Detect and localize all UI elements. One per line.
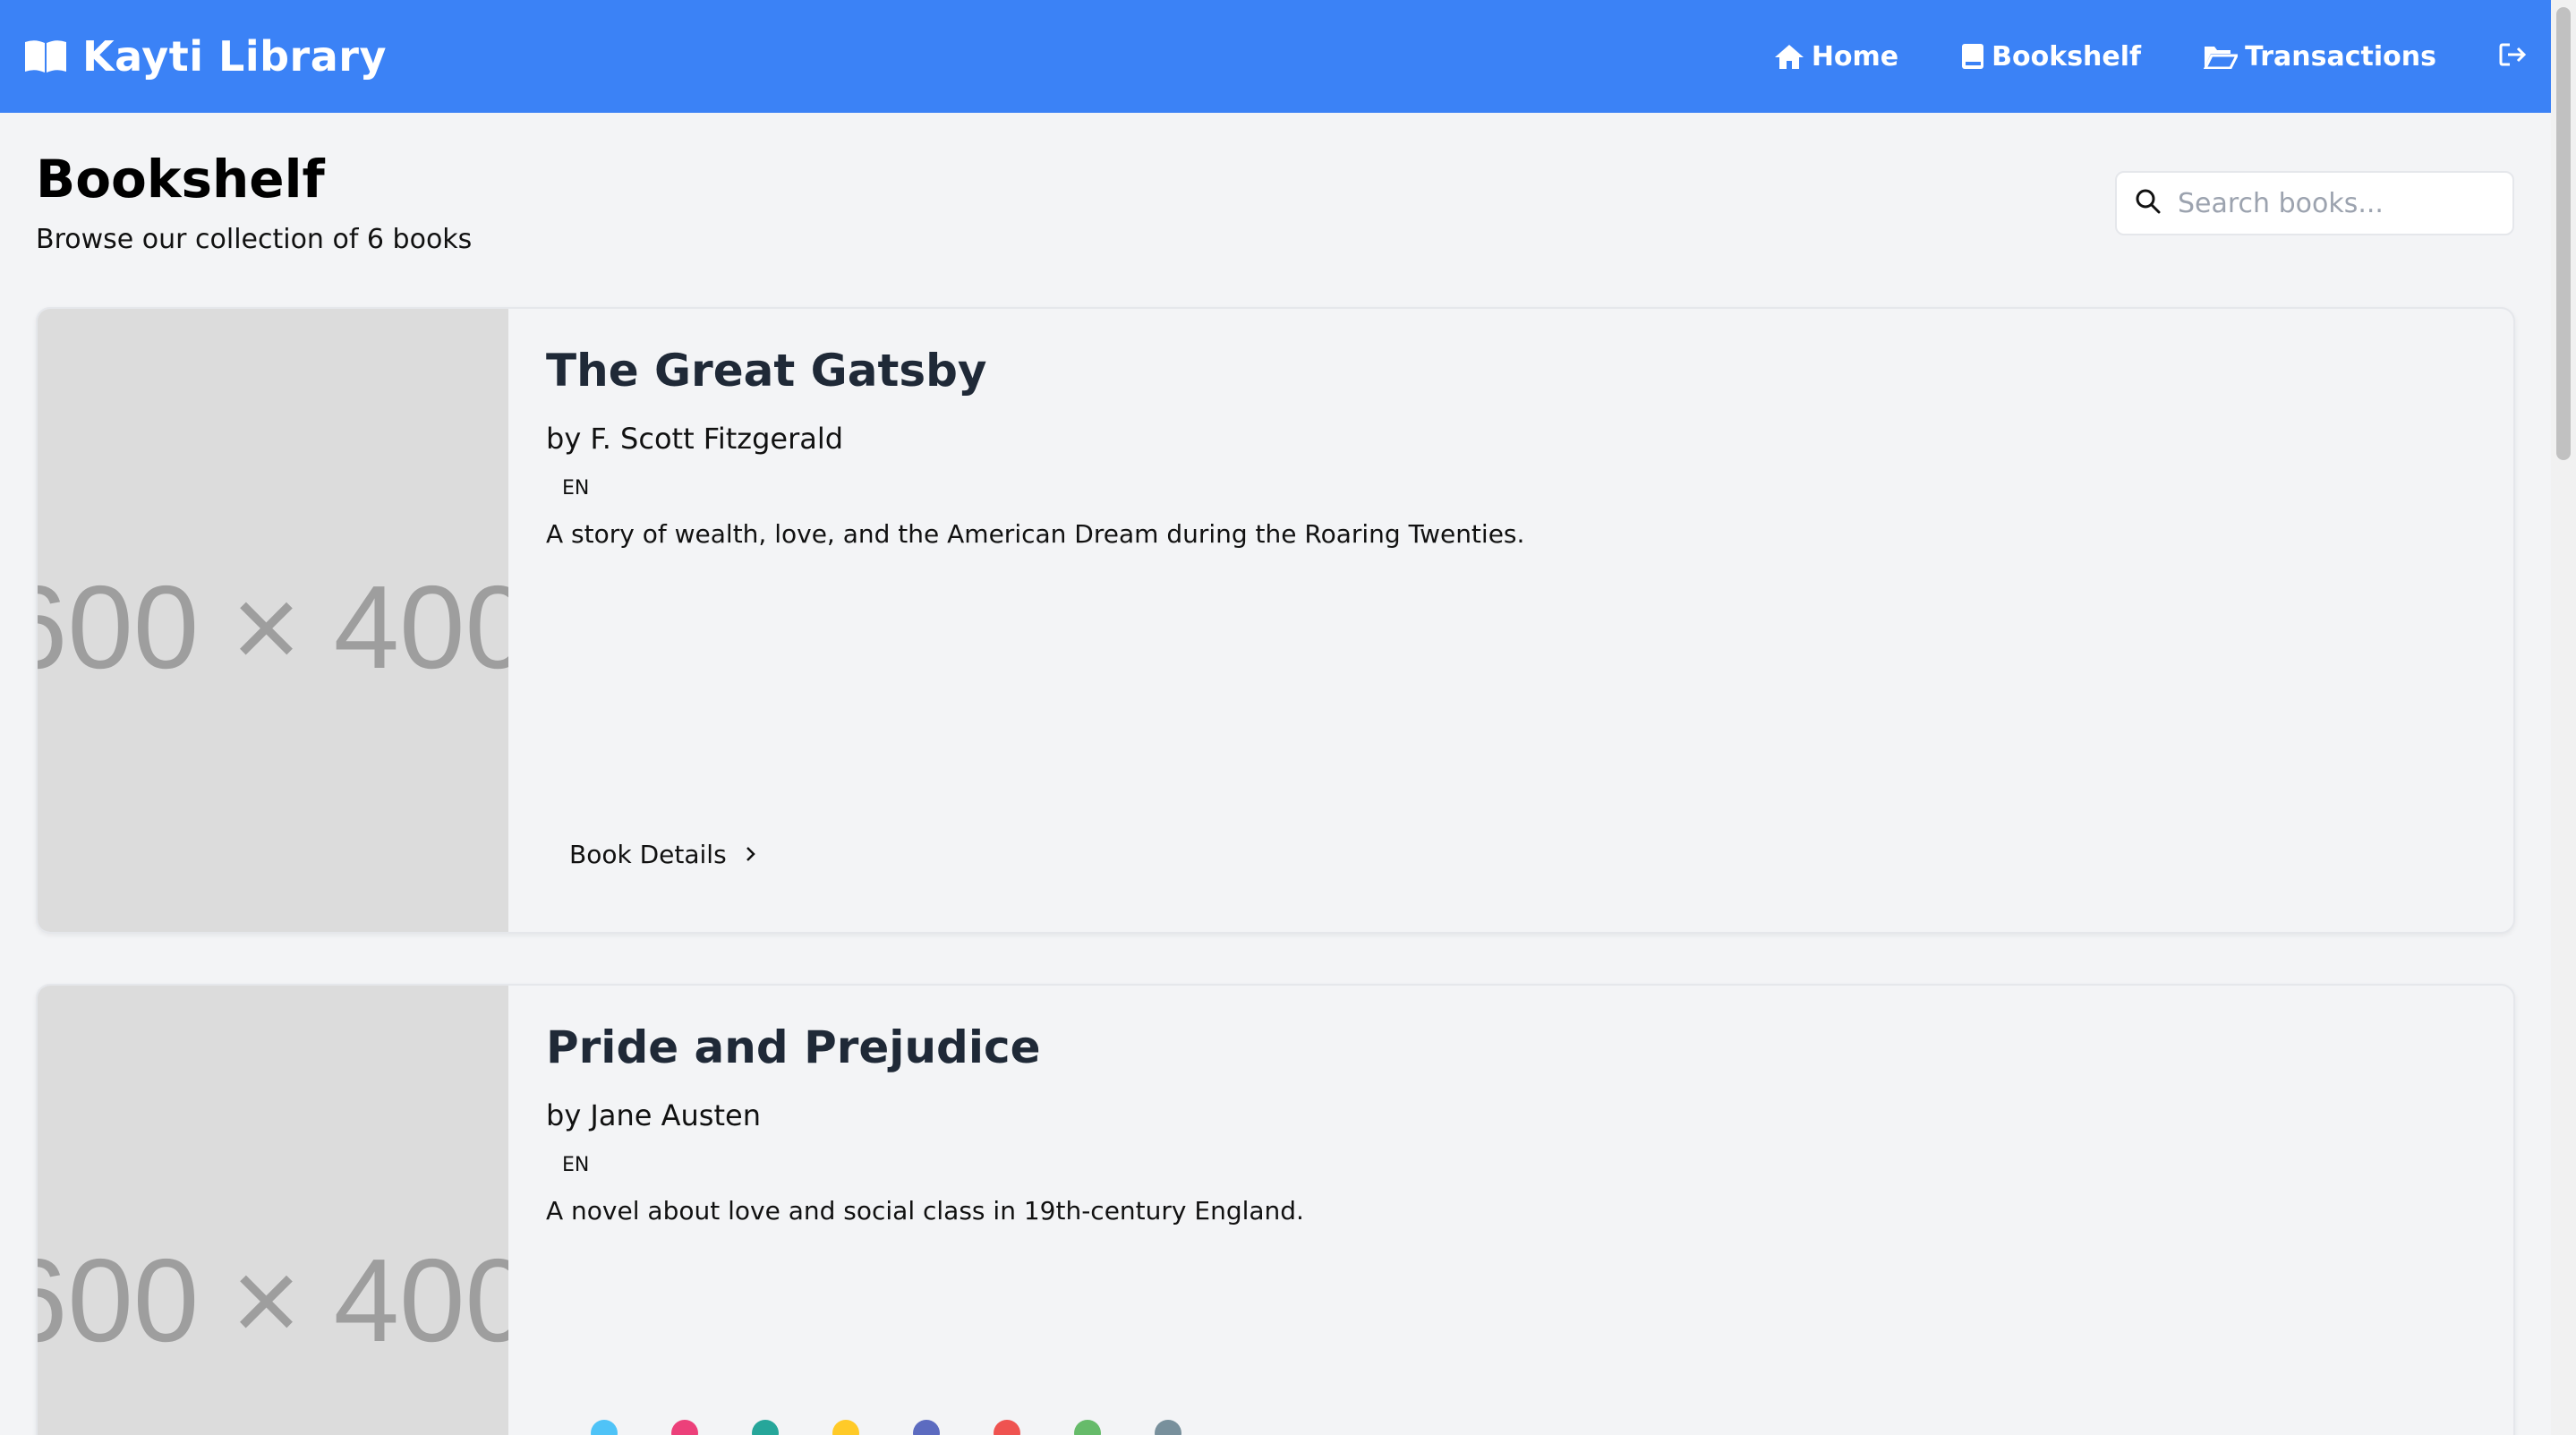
book-description: A story of wealth, love, and the America… <box>546 519 1525 549</box>
logout-icon <box>2499 42 2528 71</box>
book-cover-image: 600 × 400 <box>38 986 508 1435</box>
page-title: Bookshelf <box>36 149 325 209</box>
book-author: by Jane Austen <box>546 1098 761 1132</box>
folder-open-icon <box>2204 44 2239 69</box>
book-cover-image: 600 × 400 <box>38 309 508 932</box>
taskbar-app-icon[interactable] <box>752 1420 779 1435</box>
home-icon <box>1774 43 1804 70</box>
top-navbar: Kayti Library Home Bookshelf Transaction… <box>0 0 2551 113</box>
open-book-icon <box>23 38 68 74</box>
chevron-right-icon <box>745 840 757 869</box>
brand-name: Kayti Library <box>82 32 387 81</box>
taskbar-app-icon[interactable] <box>591 1420 618 1435</box>
taskbar-app-icon[interactable] <box>913 1420 940 1435</box>
taskbar-app-icon[interactable] <box>994 1420 1020 1435</box>
taskbar-app-icon[interactable] <box>1074 1420 1101 1435</box>
page-subtitle: Browse our collection of 6 books <box>36 224 473 255</box>
book-card: 600 × 400 Pride and Prejudice by Jane Au… <box>36 984 2515 1435</box>
book-icon <box>1961 43 1984 70</box>
scrollbar-thumb[interactable] <box>2556 7 2571 460</box>
taskbar-app-icon[interactable] <box>671 1420 698 1435</box>
logout-button[interactable] <box>2499 42 2528 71</box>
search-input[interactable] <box>2178 187 2500 219</box>
book-author: by F. Scott Fitzgerald <box>546 422 844 456</box>
book-details-link[interactable]: Book Details <box>569 840 757 869</box>
language-badge: EN <box>562 1154 590 1176</box>
taskbar-app-icon[interactable] <box>1155 1420 1181 1435</box>
book-description: A novel about love and social class in 1… <box>546 1196 1304 1226</box>
book-title: The Great Gatsby <box>546 345 987 397</box>
nav-home-label: Home <box>1811 40 1899 73</box>
book-details-label: Book Details <box>569 840 727 869</box>
taskbar-strip <box>591 1420 1969 1435</box>
cover-placeholder-text: 600 × 400 <box>38 1234 508 1366</box>
taskbar-app-icon[interactable] <box>832 1420 859 1435</box>
nav-bookshelf[interactable]: Bookshelf <box>1961 41 2141 73</box>
nav-home[interactable]: Home <box>1774 41 1898 73</box>
search-box[interactable] <box>2115 171 2514 235</box>
search-icon <box>2135 188 2162 218</box>
book-info: The Great Gatsby by F. Scott Fitzgerald … <box>546 345 2478 905</box>
page-header: Bookshelf Browse our collection of 6 boo… <box>36 149 472 255</box>
nav-transactions-label: Transactions <box>2245 40 2436 73</box>
cover-placeholder-text: 600 × 400 <box>38 561 508 693</box>
book-info: Pride and Prejudice by Jane Austen EN A … <box>546 1021 2478 1435</box>
book-title: Pride and Prejudice <box>546 1021 1041 1073</box>
brand[interactable]: Kayti Library <box>23 32 387 81</box>
language-badge: EN <box>562 477 590 500</box>
nav-bookshelf-label: Bookshelf <box>1992 40 2142 73</box>
book-card: 600 × 400 The Great Gatsby by F. Scott F… <box>36 307 2515 934</box>
nav-transactions[interactable]: Transactions <box>2204 41 2436 73</box>
main-nav: Home Bookshelf Transactions <box>1774 41 2528 73</box>
